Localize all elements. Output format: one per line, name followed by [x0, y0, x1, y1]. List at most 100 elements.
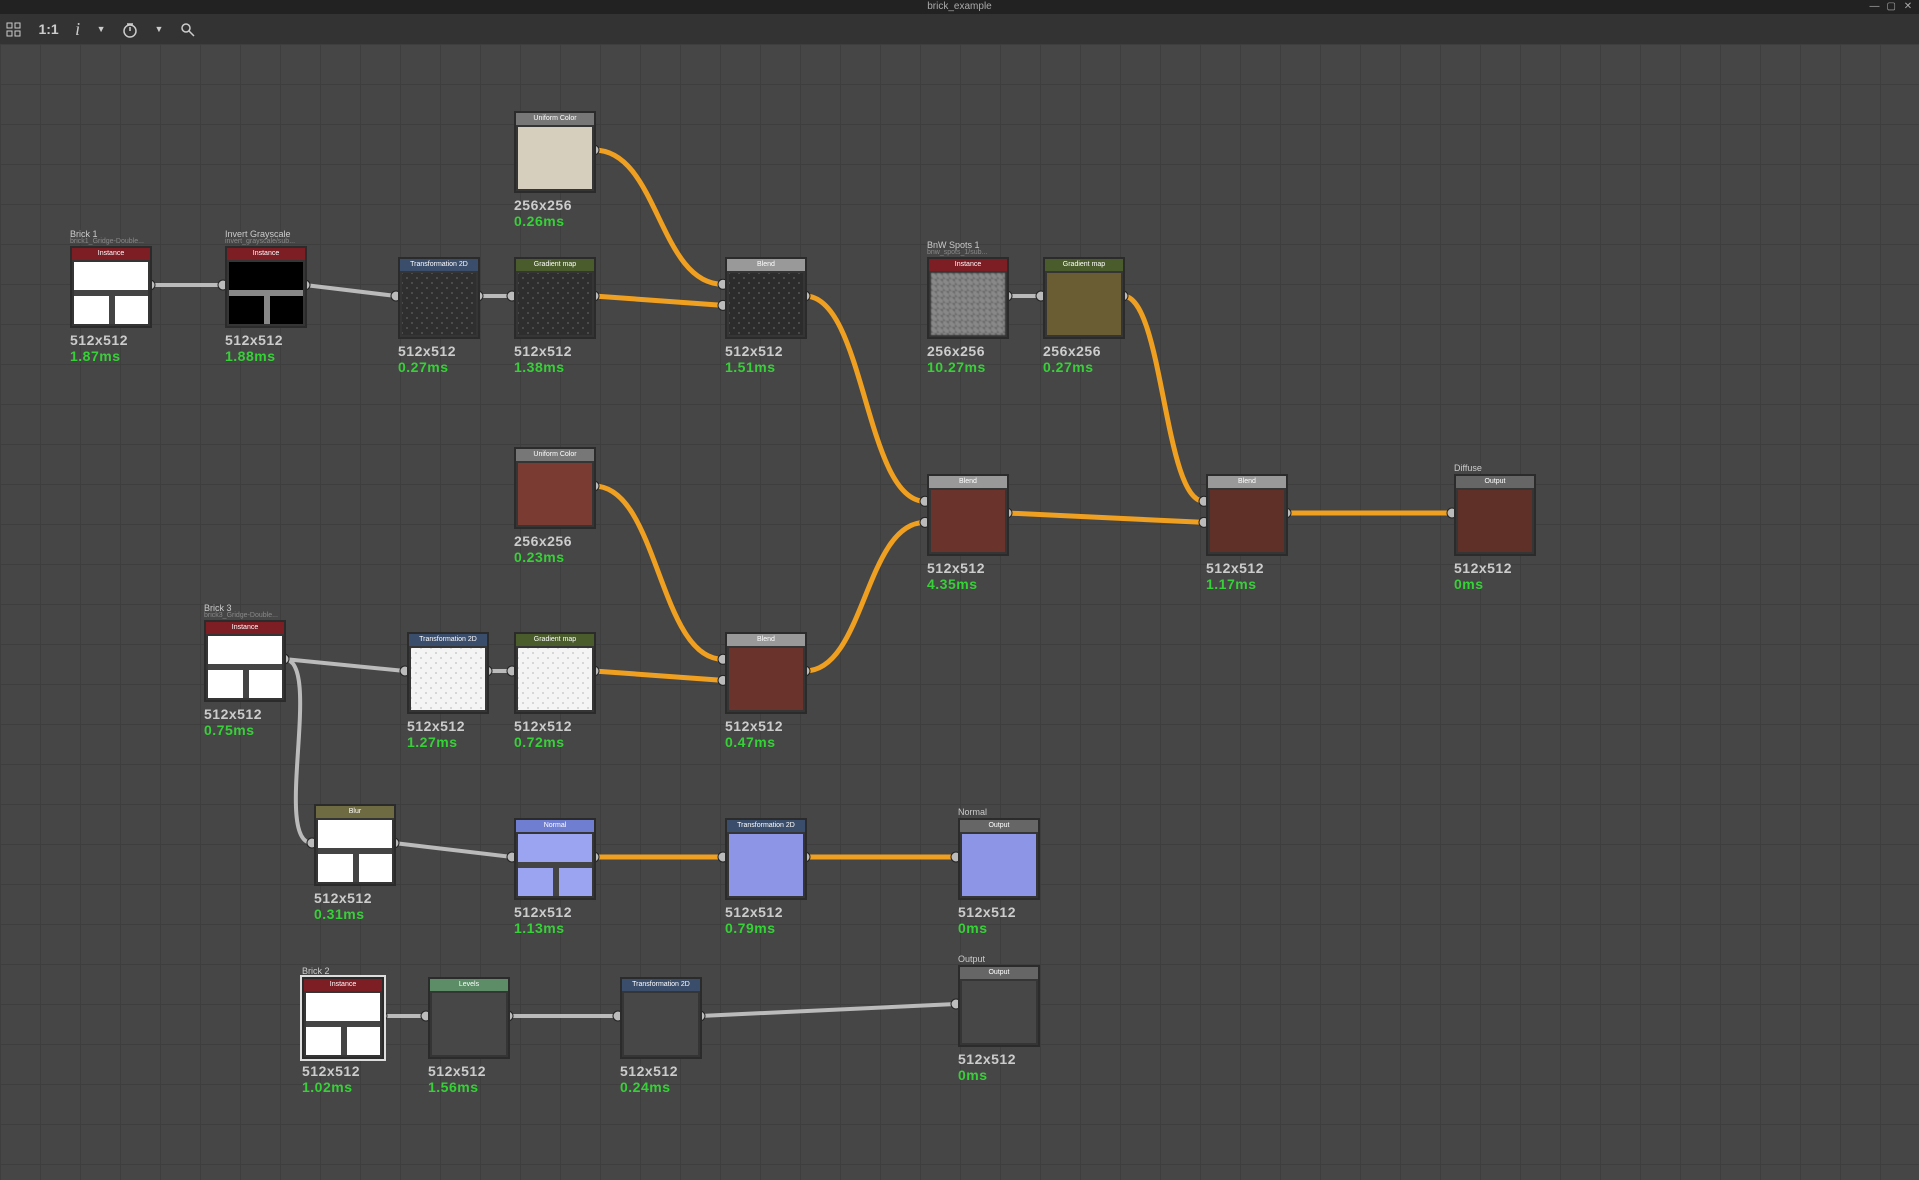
dropdown-1[interactable]: ▼ [91, 14, 112, 44]
node-header: Blend [929, 476, 1007, 488]
node-timing: 0ms [958, 1067, 1016, 1083]
node-ucol2[interactable]: Uniform Color256x2560.23ms [514, 447, 596, 529]
node-caption: Brick 3brick3_Gridge-Double... [204, 603, 278, 619]
node-thumbnail [729, 834, 803, 896]
node-info: 512x5121.13ms [514, 904, 572, 936]
dropdown-2[interactable]: ▼ [148, 14, 169, 44]
node-box[interactable]: Instance [302, 977, 384, 1059]
node-blur1[interactable]: Blur512x5120.31ms [314, 804, 396, 886]
node-box[interactable]: Instance [225, 246, 307, 328]
node-resolution: 512x512 [407, 718, 465, 734]
node-timing: 0.47ms [725, 734, 783, 750]
node-timing: 1.87ms [70, 348, 128, 364]
node-header: Transformation 2D [727, 820, 805, 832]
node-bnw1[interactable]: BnW Spots 1bnw_spots_1/sub...Instance256… [927, 257, 1009, 339]
node-trans1[interactable]: Transformation 2D512x5120.27ms [398, 257, 480, 339]
node-out2[interactable]: NormalOutput512x5120ms [958, 818, 1040, 900]
node-box[interactable]: Blur [314, 804, 396, 886]
node-box[interactable]: Gradient map [1043, 257, 1125, 339]
node-resolution: 512x512 [398, 343, 456, 359]
node-box[interactable]: Instance [927, 257, 1009, 339]
node-graph-canvas[interactable]: Uniform Color256x2560.26ms Brick 1brick1_… [0, 44, 1919, 1180]
node-info: 512x5121.51ms [725, 343, 783, 375]
node-trans2[interactable]: Transformation 2D512x5121.27ms [407, 632, 489, 714]
actual-size-button[interactable]: 1:1 [32, 14, 64, 44]
node-thumbnail [518, 127, 592, 189]
maximize-icon[interactable]: ▢ [1884, 0, 1898, 14]
node-thumbnail [962, 834, 1036, 896]
node-box[interactable]: Instance [70, 246, 152, 328]
node-box[interactable]: Gradient map [514, 632, 596, 714]
node-thumbnail [318, 820, 392, 882]
node-box[interactable]: Blend [927, 474, 1009, 556]
node-header: Blend [727, 634, 805, 646]
fit-view-button[interactable] [0, 14, 28, 44]
node-invert1[interactable]: Invert Grayscaleinvert_grayscale/sub...I… [225, 246, 307, 328]
node-box[interactable]: Uniform Color [514, 111, 596, 193]
node-out3[interactable]: OutputOutput512x5120ms [958, 965, 1040, 1047]
title-bar: brick_example — ▢ ✕ [0, 0, 1919, 14]
node-info: 512x5120.24ms [620, 1063, 678, 1095]
node-resolution: 512x512 [428, 1063, 486, 1079]
node-grad2[interactable]: Gradient map256x2560.27ms [1043, 257, 1125, 339]
node-header: Transformation 2D [400, 259, 478, 271]
node-thumbnail [306, 993, 380, 1055]
timer-button[interactable] [116, 14, 144, 44]
node-timing: 1.17ms [1206, 576, 1264, 592]
node-box[interactable]: Uniform Color [514, 447, 596, 529]
node-out1[interactable]: DiffuseOutput512x5120ms [1454, 474, 1536, 556]
node-grad1[interactable]: Gradient map512x5121.38ms [514, 257, 596, 339]
node-resolution: 512x512 [70, 332, 128, 348]
node-resolution: 512x512 [225, 332, 283, 348]
node-box[interactable]: Output [958, 818, 1040, 900]
node-box[interactable]: Levels [428, 977, 510, 1059]
node-trans4[interactable]: Transformation 2D512x5120.24ms [620, 977, 702, 1059]
node-thumbnail [518, 463, 592, 525]
node-header: Instance [929, 259, 1007, 271]
node-thumbnail [518, 834, 592, 896]
minimize-icon[interactable]: — [1867, 0, 1881, 14]
node-info: 512x5120.27ms [398, 343, 456, 375]
node-blend3[interactable]: Blend512x5121.17ms [1206, 474, 1288, 556]
node-brick3[interactable]: Brick 3brick3_Gridge-Double...Instance51… [204, 620, 286, 702]
node-levels1[interactable]: Levels512x5121.56ms [428, 977, 510, 1059]
node-resolution: 512x512 [725, 343, 783, 359]
node-ucol1[interactable]: Uniform Color256x2560.26ms [514, 111, 596, 193]
node-box[interactable]: Output [1454, 474, 1536, 556]
node-box[interactable]: Transformation 2D [407, 632, 489, 714]
node-box[interactable]: Blend [725, 632, 807, 714]
node-box[interactable]: Blend [1206, 474, 1288, 556]
close-icon[interactable]: ✕ [1901, 0, 1915, 14]
node-box[interactable]: Transformation 2D [725, 818, 807, 900]
node-box[interactable]: Transformation 2D [620, 977, 702, 1059]
info-button[interactable]: i [69, 14, 86, 44]
search-button[interactable] [174, 14, 202, 44]
node-header: Transformation 2D [622, 979, 700, 991]
node-box[interactable]: Output [958, 965, 1040, 1047]
node-timing: 1.56ms [428, 1079, 486, 1095]
node-grad3[interactable]: Gradient map512x5120.72ms [514, 632, 596, 714]
node-resolution: 512x512 [302, 1063, 360, 1079]
node-box[interactable]: Normal [514, 818, 596, 900]
node-blend4[interactable]: Blend512x5120.47ms [725, 632, 807, 714]
node-brick2[interactable]: Brick 2Instance512x5121.02ms [302, 977, 384, 1059]
node-box[interactable]: Instance [204, 620, 286, 702]
node-box[interactable]: Gradient map [514, 257, 596, 339]
node-timing: 0.72ms [514, 734, 572, 750]
node-timing: 1.88ms [225, 348, 283, 364]
node-normal1[interactable]: Normal512x5121.13ms [514, 818, 596, 900]
node-box[interactable]: Transformation 2D [398, 257, 480, 339]
node-timing: 0.31ms [314, 906, 372, 922]
node-thumbnail [208, 636, 282, 698]
node-info: 512x5120.47ms [725, 718, 783, 750]
node-header: Uniform Color [516, 449, 594, 461]
node-info: 512x5120.72ms [514, 718, 572, 750]
node-blend2[interactable]: Blend512x5124.35ms [927, 474, 1009, 556]
node-box[interactable]: Blend [725, 257, 807, 339]
node-blend1[interactable]: Blend512x5121.51ms [725, 257, 807, 339]
node-thumbnail [1458, 490, 1532, 552]
node-brick1[interactable]: Brick 1brick1_Gridge-Double...Instance51… [70, 246, 152, 328]
node-timing: 0.27ms [398, 359, 456, 375]
node-info: 512x5121.02ms [302, 1063, 360, 1095]
node-trans3[interactable]: Transformation 2D512x5120.79ms [725, 818, 807, 900]
